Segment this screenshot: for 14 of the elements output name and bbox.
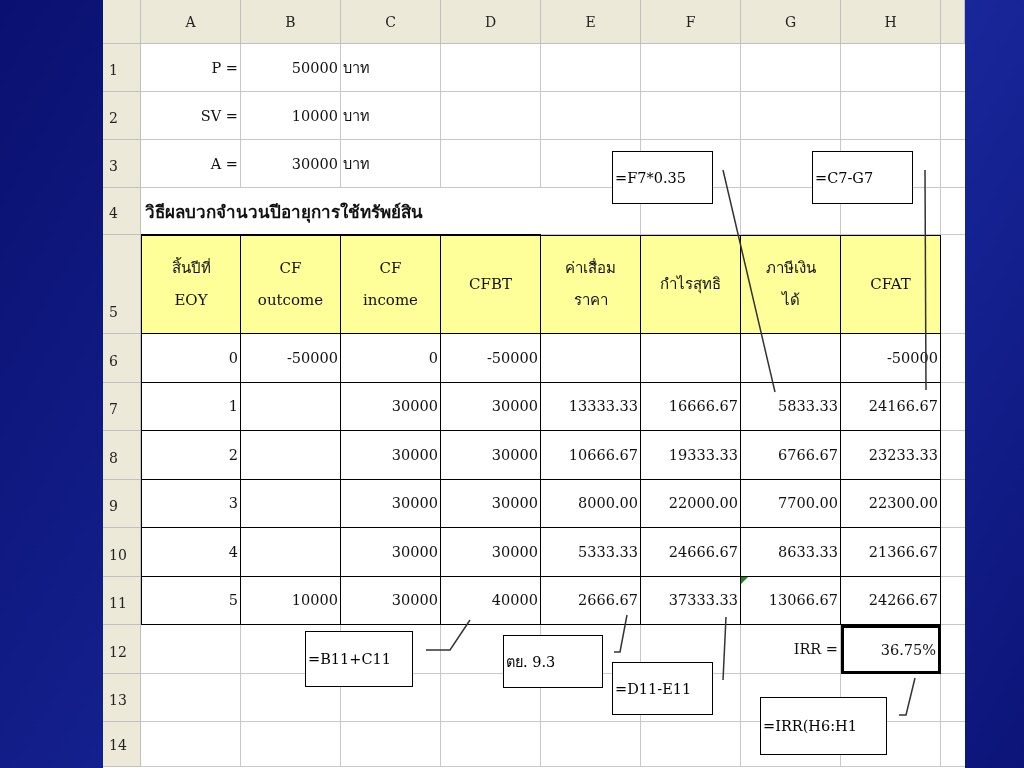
formula-tooltip: =F7*0.35 <box>612 151 713 204</box>
header-cell: CFAT <box>841 235 941 334</box>
header-cell: ภาษีเงิน ได้ <box>741 235 841 334</box>
header-cell: CF outcome <box>241 235 341 334</box>
header-cell: สิ้นปีที่ EOY <box>141 235 241 334</box>
formula-tooltip: =B11+C11 <box>305 631 413 687</box>
header-cell: CFBT <box>441 235 541 334</box>
formula-tooltip: ตย. 9.3 <box>503 635 603 688</box>
header-cell: ค่าเสื่อม ราคา <box>541 235 641 334</box>
formula-tooltip: =C7-G7 <box>812 151 913 204</box>
header-cell: CF income <box>341 235 441 334</box>
formula-tooltip: =D11-E11 <box>612 662 713 715</box>
header-cell: กำไรสุทธิ <box>641 235 741 334</box>
formula-tooltip: =IRR(H6:H1 <box>760 697 887 755</box>
